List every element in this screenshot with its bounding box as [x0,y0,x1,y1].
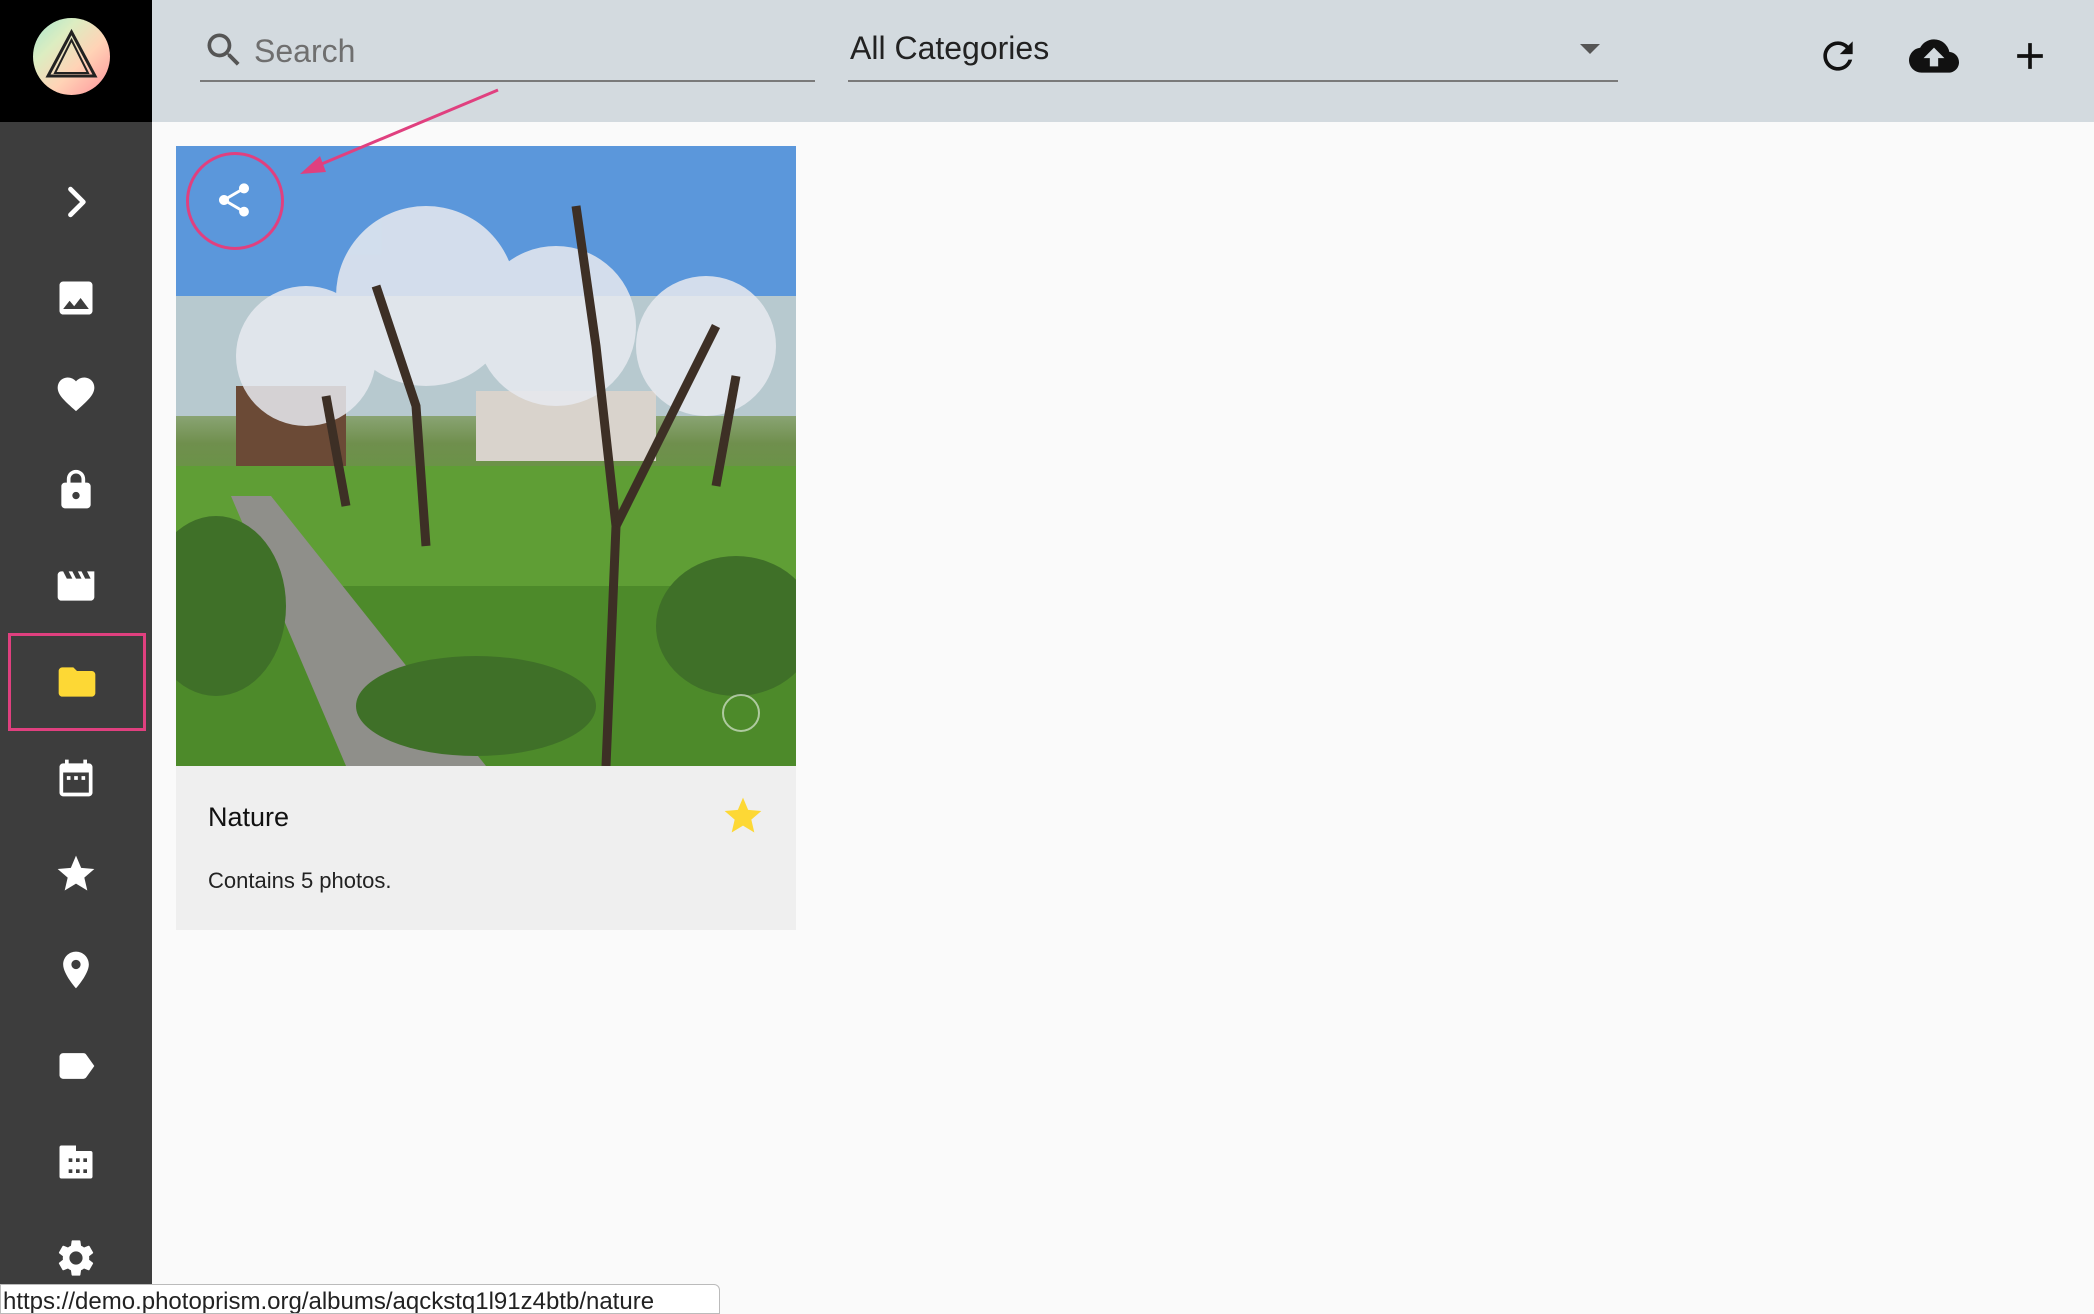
add-icon [2017,43,2043,69]
upload-button[interactable] [1906,28,1962,84]
annotation-arrow [300,88,499,174]
sidebar-item-labels[interactable] [0,1018,152,1114]
sidebar-item-albums[interactable] [8,633,146,731]
album-description: Contains 5 photos. [208,868,392,893]
category-select-value: All Categories [850,30,1050,66]
sidebar [0,0,152,1314]
sidebar-item-folders[interactable] [0,1114,152,1210]
folder-icon [58,667,96,697]
sidebar-item-private[interactable] [0,442,152,538]
movie-icon [57,571,95,601]
category-select[interactable]: All Categories [848,22,1618,82]
sidebar-item-places[interactable] [0,922,152,1018]
add-album-button[interactable] [2002,28,2058,84]
album-title[interactable]: Nature [208,802,289,833]
status-bar-url: https://demo.photoprism.org/albums/aqcks… [0,1284,720,1314]
select-album-toggle[interactable] [722,694,760,732]
sidebar-item-favorites[interactable] [0,346,152,442]
sidebar-item-moments[interactable] [0,826,152,922]
star-icon [57,855,95,891]
sidebar-item-calendar[interactable] [0,730,152,826]
search-icon [207,33,240,66]
album-thumbnail[interactable] [176,146,796,766]
app-logo[interactable] [33,18,110,95]
sidebar-item-videos[interactable] [0,538,152,634]
calendar-icon [59,759,93,797]
sidebar-item-photos[interactable] [0,250,152,346]
map-pin-icon [63,951,89,989]
refresh-button[interactable] [1810,28,1866,84]
cloud-upload-icon [1909,39,1959,73]
sidebar-expand-button[interactable] [0,154,152,250]
chevron-down-icon [1580,44,1600,54]
film-folder-icon [59,1145,93,1179]
star-icon [724,797,762,833]
lock-icon [61,469,91,509]
chevron-right-icon [68,186,86,218]
label-icon [59,1053,95,1079]
share-highlight-ring [186,152,284,250]
heart-icon [57,377,95,412]
gear-icon [58,1240,94,1276]
album-favorite-button[interactable] [721,794,765,843]
logo-area[interactable] [0,0,152,122]
album-card[interactable]: Nature Contains 5 photos. [176,146,796,930]
refresh-icon [1823,41,1853,71]
search-field[interactable] [200,22,815,82]
image-icon [59,281,93,315]
search-input[interactable] [252,26,806,76]
